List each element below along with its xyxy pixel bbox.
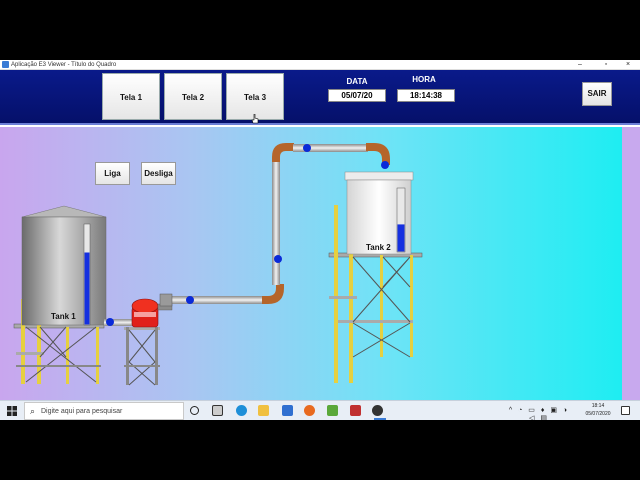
tank-2: Tank 2 bbox=[344, 171, 414, 255]
search-icon: ⌕ bbox=[30, 406, 36, 416]
tank-1-level-bar bbox=[84, 252, 90, 325]
minimize-button[interactable]: – bbox=[570, 60, 590, 70]
task-view-icon[interactable] bbox=[212, 405, 223, 416]
tank-1-label: Tank 1 bbox=[51, 312, 76, 321]
nav-button-tela-3[interactable]: Tela 3 bbox=[226, 73, 284, 120]
pipe-elbow-upper-left bbox=[272, 143, 294, 162]
taskbar-clock-date[interactable]: 05/07/2020 bbox=[580, 411, 616, 417]
tank-2-label: Tank 2 bbox=[366, 243, 391, 252]
hand-cursor-icon bbox=[251, 114, 259, 124]
flow-indicator bbox=[274, 255, 282, 263]
taskbar-search-input[interactable]: ⌕ Digite aqui para pesquisar bbox=[24, 402, 184, 420]
date-display: 05/07/20 bbox=[328, 89, 386, 102]
search-placeholder: Digite aqui para pesquisar bbox=[41, 408, 123, 415]
pipe-vertical-riser bbox=[272, 159, 280, 285]
pump-stand bbox=[124, 327, 160, 386]
app-green-icon[interactable] bbox=[327, 405, 338, 416]
maximize-button[interactable]: ▫ bbox=[596, 60, 616, 70]
exit-button[interactable]: SAIR bbox=[582, 82, 612, 106]
flow-indicator bbox=[106, 318, 114, 326]
nav-button-tela-1[interactable]: Tela 1 bbox=[102, 73, 160, 120]
app-dark-icon[interactable] bbox=[372, 405, 383, 416]
vertical-scrollbar[interactable] bbox=[622, 127, 640, 400]
edge-icon[interactable] bbox=[236, 405, 247, 416]
cortana-icon[interactable] bbox=[190, 406, 199, 415]
letterbox-bottom bbox=[0, 420, 640, 480]
tank-1: Tank 1 bbox=[21, 205, 107, 326]
pipe-flange bbox=[159, 293, 173, 307]
title-bar: Aplicação E3 Viewer - Título do Quadro –… bbox=[0, 60, 640, 70]
app-icon bbox=[2, 61, 9, 68]
scada-header: Tela 1 Tela 2 Tela 3 DATA 05/07/20 HORA … bbox=[0, 70, 640, 125]
pipe-horizontal-lower bbox=[170, 296, 266, 304]
windows-start-icon[interactable] bbox=[7, 406, 17, 416]
close-button[interactable]: × bbox=[618, 60, 638, 70]
time-label: HORA bbox=[412, 75, 436, 84]
on-button[interactable]: Liga bbox=[95, 162, 130, 185]
e3-viewer-window: Aplicação E3 Viewer - Título do Quadro –… bbox=[0, 60, 640, 422]
firefox-icon[interactable] bbox=[304, 405, 315, 416]
app-red-icon[interactable] bbox=[350, 405, 361, 416]
letterbox-top bbox=[0, 0, 640, 60]
process-canvas: Tank 1 Tank 2 Liga Desliga bbox=[0, 127, 640, 400]
flow-indicator bbox=[381, 161, 389, 169]
file-explorer-icon[interactable] bbox=[258, 405, 269, 416]
time-display: 18:14:38 bbox=[397, 89, 455, 102]
taskbar-clock-time[interactable]: 18:14 bbox=[580, 403, 616, 409]
windows-taskbar: ⌕ Digite aqui para pesquisar ^ ◔ ▭ ♦ ▣ ◑… bbox=[0, 400, 640, 422]
tank-2-level-bar bbox=[397, 224, 405, 252]
window-title: Aplicação E3 Viewer - Título do Quadro bbox=[11, 62, 117, 68]
date-label: DATA bbox=[346, 77, 368, 86]
mail-icon[interactable] bbox=[282, 405, 293, 416]
nav-button-tela-2[interactable]: Tela 2 bbox=[164, 73, 222, 120]
off-button[interactable]: Desliga bbox=[141, 162, 176, 185]
flow-indicator bbox=[186, 296, 194, 304]
pipe-elbow-lower bbox=[262, 284, 284, 304]
flow-indicator bbox=[303, 144, 311, 152]
notifications-icon[interactable] bbox=[621, 406, 630, 415]
